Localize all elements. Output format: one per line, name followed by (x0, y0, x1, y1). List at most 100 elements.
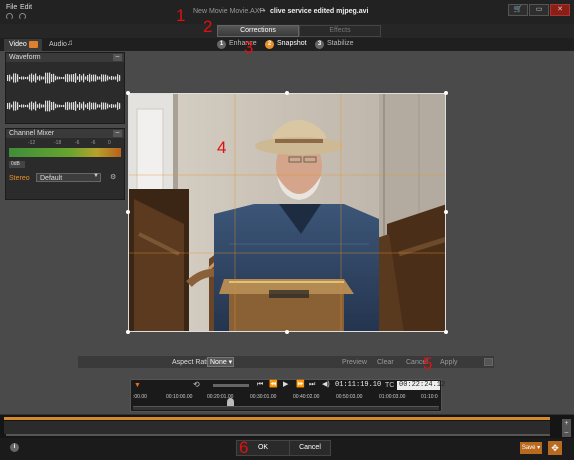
move-tool-icon[interactable]: ✥ (548, 441, 562, 455)
crop-handle-top[interactable] (285, 91, 289, 95)
crop-handle-bottom[interactable] (285, 330, 289, 334)
waveform-bar (75, 73, 77, 83)
crop-handle-top-left[interactable] (126, 91, 130, 95)
aspect-ratio-value: None (210, 359, 227, 366)
cancel-button[interactable]: Cancel (289, 440, 331, 456)
tab-effects[interactable]: Effects (299, 25, 381, 37)
volume-meter[interactable] (9, 148, 121, 157)
scale-label: -6 (91, 140, 96, 146)
waveform-bar (81, 103, 83, 109)
tab-corrections[interactable]: Corrections (217, 25, 299, 37)
ruler-label: 00:30:01.00 (250, 394, 277, 400)
apply-button[interactable]: Apply (440, 359, 458, 366)
step-label: Snapshot (277, 40, 307, 47)
timeline-clip[interactable] (4, 417, 550, 420)
zoom-out-icon[interactable]: – (562, 428, 571, 437)
crop-handle-top-right[interactable] (444, 91, 448, 95)
step-stabilize[interactable]: 3 Stabilize (315, 40, 353, 50)
loop-icon[interactable]: ⟲ (193, 381, 200, 389)
waveform-bar (33, 74, 35, 82)
waveform-bar (43, 104, 45, 108)
waveform-panel-header: Waveform – (6, 53, 124, 62)
waveform-bar (27, 104, 29, 108)
waveform-bar (101, 74, 103, 82)
marker-icon[interactable]: ▼ (134, 382, 141, 389)
crop-handle-left[interactable] (126, 210, 130, 214)
step-label: Stabilize (327, 40, 354, 47)
waveform-bar (113, 104, 115, 108)
tab-audio[interactable]: Audio (44, 39, 84, 51)
total-timecode[interactable]: 00:22:24.12 (397, 381, 445, 390)
ruler-label: 01:10:0 (421, 394, 438, 400)
crop-handle-right[interactable] (444, 210, 448, 214)
save-button[interactable]: Save ▾ (520, 442, 542, 454)
go-to-start-icon[interactable]: ⏮ (257, 381, 263, 388)
waveform-bar (67, 73, 69, 83)
playhead[interactable] (227, 398, 234, 406)
waveform-bar (105, 74, 107, 82)
waveform-bar (37, 76, 39, 80)
file-name: clive service edited mjpeg.avi (270, 8, 369, 15)
step-forward-icon[interactable]: ⏩ (296, 381, 305, 388)
video-frame-image (129, 94, 445, 331)
channel-mixer-title: Channel Mixer (9, 130, 55, 137)
channel-mixer-header: Channel Mixer – (6, 129, 124, 138)
restore-button[interactable]: ▭ (529, 4, 549, 16)
annotation-number: 3 (244, 38, 254, 57)
chevron-down-icon: ▼ (93, 173, 99, 179)
waveform-bar (45, 100, 47, 112)
timeline-track[interactable] (4, 421, 550, 434)
menu-file[interactable]: File (6, 4, 17, 11)
mix-preset-select[interactable]: Default (36, 173, 101, 182)
go-to-end-icon[interactable]: ⏭ (309, 381, 315, 388)
video-preview[interactable] (128, 93, 446, 332)
close-button[interactable]: ✕ (550, 4, 570, 16)
menu-edit[interactable]: Edit (20, 4, 32, 11)
step-number: 3 (315, 40, 324, 49)
waveform-bar (55, 75, 57, 81)
zoom-in-icon[interactable]: + (562, 419, 571, 428)
annotation-number: 2 (203, 17, 213, 36)
info-icon[interactable]: i (10, 443, 19, 452)
scrub-track[interactable] (133, 406, 439, 410)
waveform-bar (103, 74, 105, 82)
waveform-bar (105, 102, 107, 110)
waveform-bar (61, 77, 63, 79)
waveform-graphic (7, 72, 121, 112)
step-number: 2 (265, 40, 274, 49)
clear-button[interactable]: Clear (377, 359, 394, 366)
waveform-bar (19, 104, 21, 108)
rename-icon[interactable]: ↪ (259, 7, 266, 15)
step-snapshot[interactable]: 2 Snapshot (265, 40, 307, 50)
toggle-checkbox[interactable] (484, 358, 493, 366)
volume-icon[interactable]: ◀) (322, 381, 330, 388)
preview-button[interactable]: Preview (342, 359, 367, 366)
waveform-bar (71, 74, 73, 82)
waveform-bar (85, 76, 87, 80)
collapse-button[interactable]: – (113, 53, 122, 61)
waveform-bar (59, 76, 61, 80)
collapse-button[interactable]: – (113, 129, 122, 137)
crop-handle-bottom-left[interactable] (126, 330, 130, 334)
jog-slider[interactable] (213, 384, 249, 387)
waveform-bar (75, 101, 77, 111)
waveform-bar (35, 73, 37, 83)
scale-label: -18 (54, 140, 62, 146)
aspect-ratio-select[interactable]: None ▾ (207, 357, 234, 367)
waveform-bar (77, 104, 79, 108)
waveform-bar (73, 102, 75, 110)
waveform-bar (25, 76, 27, 80)
waveform-bar (99, 76, 101, 80)
crop-handle-bottom-right[interactable] (444, 330, 448, 334)
redo-icon[interactable] (19, 13, 26, 20)
undo-icon[interactable] (6, 13, 13, 20)
waveform-bar (47, 72, 49, 84)
play-icon[interactable]: ▶ (283, 381, 288, 388)
waveform-bar (17, 102, 19, 110)
mixer-settings-icon[interactable]: ⚙ (110, 174, 116, 181)
timeline-scrollbar[interactable] (6, 434, 550, 436)
waveform-bar (39, 103, 41, 109)
waveform-bar (41, 104, 43, 108)
step-back-icon[interactable]: ⏪ (269, 381, 278, 388)
cart-icon[interactable]: 🛒 (508, 4, 528, 16)
